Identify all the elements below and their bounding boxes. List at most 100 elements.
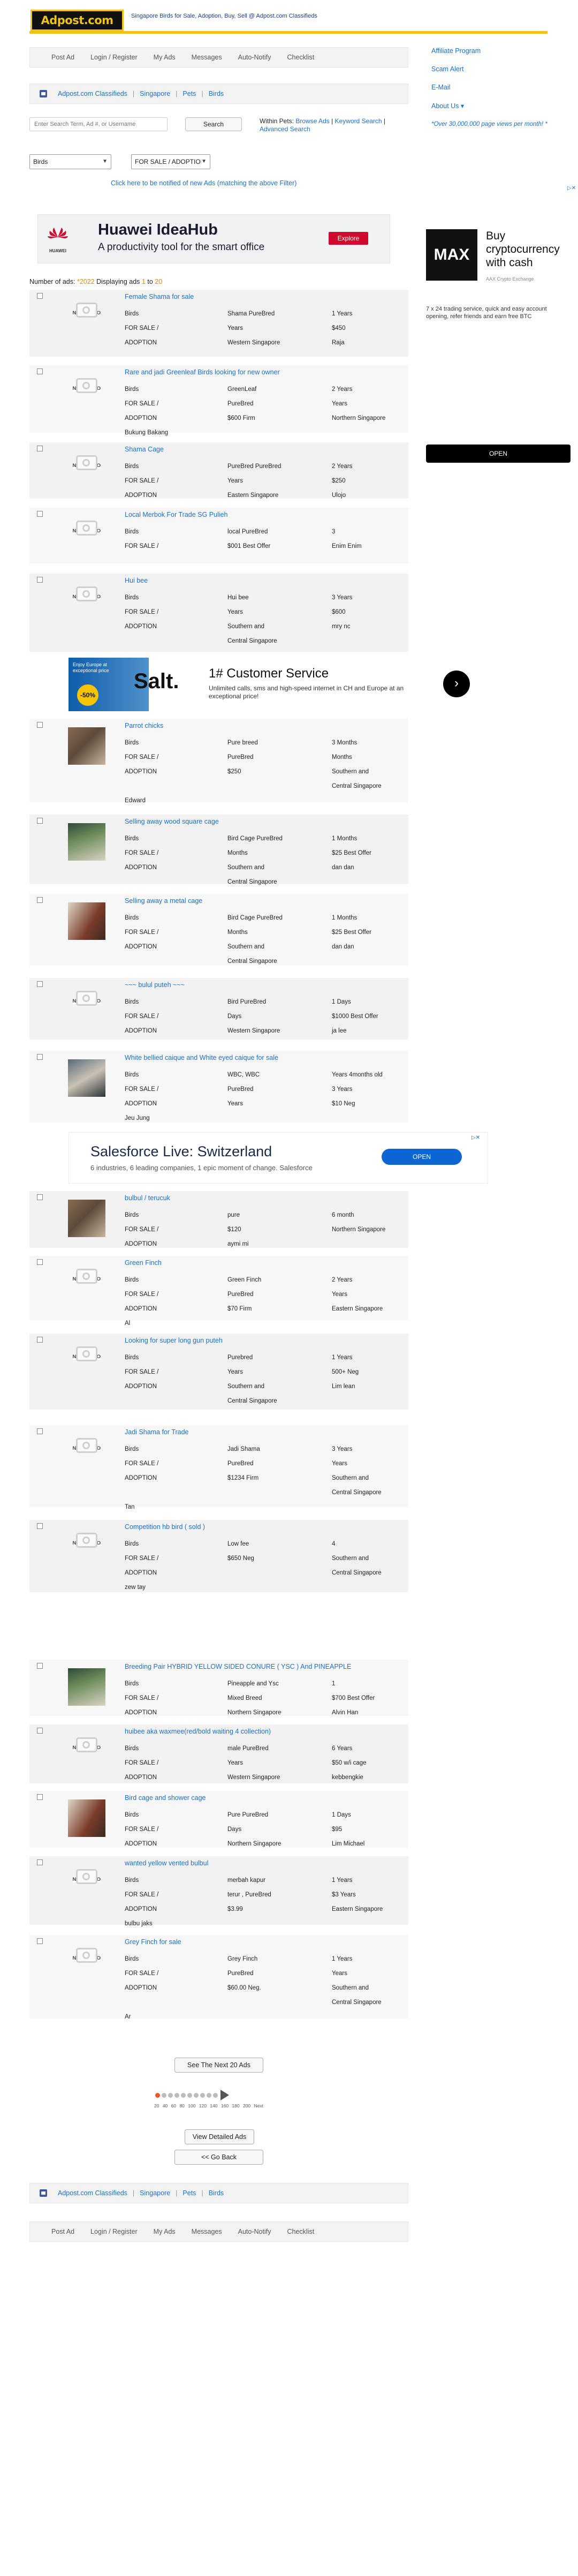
listing-checkbox[interactable] — [37, 818, 43, 824]
page-dot[interactable] — [162, 2093, 166, 2098]
no-photo-icon[interactable]: NO PHOTO — [68, 1264, 105, 1302]
page-dot[interactable] — [174, 2093, 179, 2098]
listing-title[interactable]: White bellied caique and White eyed caiq… — [125, 1054, 278, 1061]
listing-photo[interactable] — [68, 1668, 105, 1706]
listing-item[interactable]: Breeding Pair HYBRID YELLOW SIDED CONURE… — [29, 1660, 408, 1716]
listing-checkbox[interactable] — [37, 293, 43, 299]
ad-banner-huawei[interactable]: HUAWEI Huawei IdeaHub A productivity too… — [37, 214, 390, 263]
arrow-right-icon[interactable]: › — [443, 671, 470, 697]
listing-title[interactable]: Green Finch — [125, 1259, 162, 1267]
nav-checklist[interactable]: Checklist — [287, 2228, 314, 2235]
listing-item[interactable]: NO PHOTO Local Merbok For Trade SG Pulieh… — [29, 508, 408, 563]
about-us-menu[interactable]: About Us ▾ — [431, 102, 464, 110]
nav-messages[interactable]: Messages — [192, 54, 222, 61]
no-photo-icon[interactable]: NO PHOTO — [68, 1528, 105, 1566]
page-dot[interactable] — [187, 2093, 192, 2098]
page-dot[interactable] — [200, 2093, 205, 2098]
listing-item[interactable]: Selling away a metal cage Birds Bird Cage … — [29, 894, 408, 966]
listing-checkbox[interactable] — [37, 1337, 43, 1343]
nav-messages[interactable]: Messages — [192, 2228, 222, 2235]
breadcrumb-classifieds[interactable]: Adpost.com Classifieds — [58, 90, 127, 97]
see-next-ads-button[interactable]: See The Next 20 Ads — [174, 2058, 263, 2073]
listing-item[interactable]: NO PHOTO Female Shama for sale Birds Shama … — [29, 290, 408, 357]
nav-post-ad[interactable]: Post Ad — [51, 2228, 74, 2235]
listing-title[interactable]: Breeding Pair HYBRID YELLOW SIDED CONURE… — [125, 1663, 351, 1670]
search-button[interactable]: Search — [185, 117, 242, 131]
no-photo-icon[interactable]: NO PHOTO — [68, 374, 105, 411]
no-photo-icon[interactable]: NO PHOTO — [68, 1342, 105, 1380]
no-photo-icon[interactable]: NO PHOTO — [68, 986, 105, 1024]
listing-title[interactable]: Jadi Shama for Trade — [125, 1428, 189, 1436]
breadcrumb-pets[interactable]: Pets — [182, 2189, 196, 2197]
max-open-button[interactable]: OPEN — [426, 445, 571, 463]
listing-title[interactable]: bulbul / terucuk — [125, 1194, 170, 1202]
listing-title[interactable]: Hui bee — [125, 577, 148, 584]
listing-checkbox[interactable] — [37, 1194, 43, 1200]
no-photo-icon[interactable]: NO PHOTO — [68, 1434, 105, 1471]
listing-item[interactable]: Bird cage and shower cage Birds Pure PureB… — [29, 1791, 408, 1848]
page-dot[interactable] — [181, 2093, 186, 2098]
breadcrumb-birds[interactable]: Birds — [209, 2189, 224, 2197]
listing-title[interactable]: ~~~ bulul puteh ~~~ — [125, 981, 185, 989]
listing-title[interactable]: Local Merbok For Trade SG Pulieh — [125, 511, 227, 518]
listing-title[interactable]: Looking for super long gun puteh — [125, 1337, 223, 1344]
listing-item[interactable]: NO PHOTO Looking for super long gun puteh… — [29, 1334, 408, 1410]
ad-choices-icon[interactable]: ▷✕ — [567, 185, 576, 191]
no-photo-icon[interactable]: NO PHOTO — [68, 582, 105, 620]
adpost-logo[interactable]: Adpost.com — [31, 10, 124, 31]
breadcrumb-singapore[interactable]: Singapore — [140, 90, 170, 97]
listing-title[interactable]: Shama Cage — [125, 446, 164, 453]
page-dot[interactable] — [155, 2093, 160, 2098]
search-input[interactable] — [29, 117, 168, 131]
page-dot[interactable] — [194, 2093, 199, 2098]
nav-auto-notify[interactable]: Auto-Notify — [238, 54, 271, 61]
ad-banner-salesforce[interactable]: Salesforce Live: Switzerland 6 industrie… — [69, 1132, 488, 1184]
browse-ads-link[interactable]: Browse Ads — [295, 117, 329, 125]
huawei-explore-button[interactable]: Explore — [329, 232, 368, 245]
scam-alert-link[interactable]: Scam Alert — [431, 65, 463, 73]
listing-title[interactable]: Bird cage and shower cage — [125, 1794, 206, 1802]
listing-title[interactable]: Female Shama for sale — [125, 293, 194, 300]
listing-item[interactable]: NO PHOTO Rare and jadi Greenleaf Birds lo… — [29, 365, 408, 436]
pagination[interactable]: 20 40 60 80 100 120 140 160 180 200 Next — [154, 2089, 288, 2111]
listing-title[interactable]: huibee aka waxmee(red/bold waiting 4 col… — [125, 1728, 271, 1735]
listing-photo[interactable] — [68, 1799, 105, 1837]
listing-item[interactable]: NO PHOTO ~~~ bulul puteh ~~~ Birds Bird Pur… — [29, 978, 408, 1040]
breadcrumb-singapore[interactable]: Singapore — [140, 2189, 170, 2197]
listing-checkbox[interactable] — [37, 1938, 43, 1944]
listing-checkbox[interactable] — [37, 981, 43, 987]
listing-item[interactable]: bulbul / terucuk Birds pure 6 month FOR SALE… — [29, 1191, 408, 1248]
listing-checkbox[interactable] — [37, 577, 43, 583]
listing-photo[interactable] — [68, 1059, 105, 1097]
no-photo-icon[interactable]: NO PHOTO — [68, 1865, 105, 1902]
breadcrumb-pets[interactable]: Pets — [182, 90, 196, 97]
nav-login-register[interactable]: Login / Register — [90, 54, 138, 61]
listing-item[interactable]: NO PHOTO Hui bee Birds Hui bee 3 Years FOR SA… — [29, 574, 408, 652]
notify-link[interactable]: Click here to be notified of new Ads (ma… — [111, 179, 296, 187]
listing-title[interactable]: Competition hb bird ( sold ) — [125, 1523, 205, 1531]
listing-title[interactable]: Parrot chicks — [125, 722, 163, 729]
page-dot[interactable] — [207, 2093, 211, 2098]
listing-checkbox[interactable] — [37, 1663, 43, 1669]
listing-checkbox[interactable] — [37, 1859, 43, 1865]
breadcrumb-classifieds[interactable]: Adpost.com Classifieds — [58, 2189, 127, 2197]
nav-my-ads[interactable]: My Ads — [154, 2228, 176, 2235]
listing-item[interactable]: White bellied caique and White eyed caiq… — [29, 1051, 408, 1123]
listing-checkbox[interactable] — [37, 1054, 43, 1060]
listing-checkbox[interactable] — [37, 1728, 43, 1734]
ad-choices-icon[interactable]: ▷✕ — [471, 1135, 480, 1141]
listing-item[interactable]: NO PHOTO Grey Finch for sale Birds Grey Fin… — [29, 1935, 408, 2020]
listing-checkbox[interactable] — [37, 1523, 43, 1529]
no-photo-icon[interactable]: NO PHOTO — [68, 451, 105, 488]
listing-item[interactable]: NO PHOTO Green Finch Birds Green Finch 2 Yea… — [29, 1256, 408, 1327]
listing-title[interactable]: Rare and jadi Greenleaf Birds looking fo… — [125, 368, 280, 376]
listing-title[interactable]: wanted yellow vented bulbul — [125, 1859, 208, 1867]
nav-post-ad[interactable]: Post Ad — [51, 54, 74, 61]
listing-photo[interactable] — [68, 823, 105, 861]
listing-item[interactable]: NO PHOTO wanted yellow vented bulbul Birds… — [29, 1856, 408, 1927]
view-detailed-ads-button[interactable]: View Detailed Ads — [185, 2129, 254, 2144]
listing-item[interactable]: NO PHOTO huibee aka waxmee(red/bold waiti… — [29, 1724, 408, 1783]
listing-checkbox[interactable] — [37, 511, 43, 517]
nav-checklist[interactable]: Checklist — [287, 54, 314, 61]
listing-item[interactable]: Selling away wood square cage Birds Bird C… — [29, 815, 408, 885]
